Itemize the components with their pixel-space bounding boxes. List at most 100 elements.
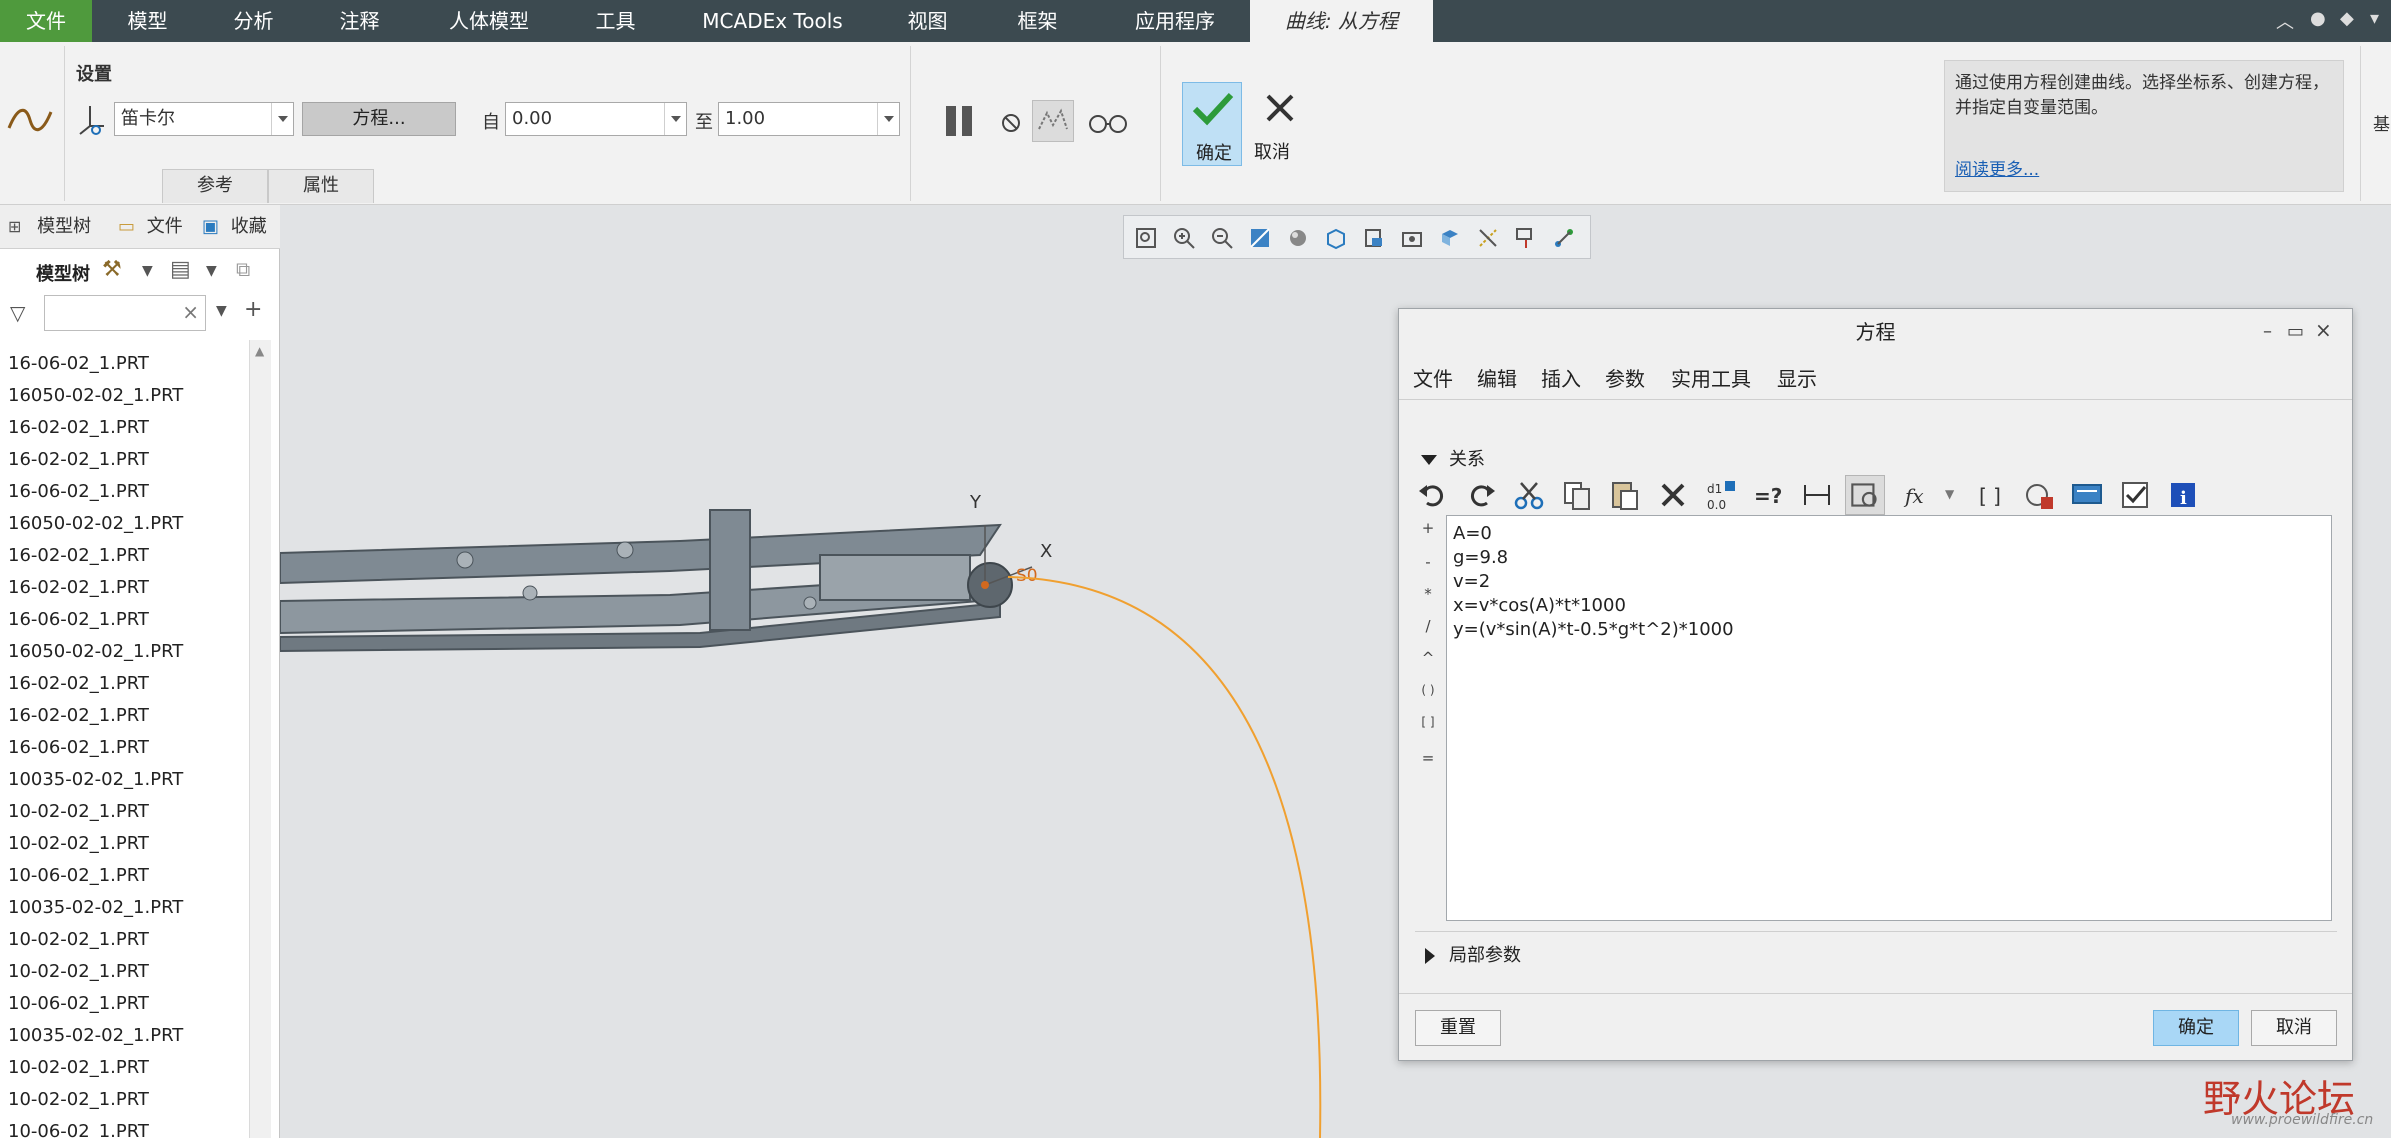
- operator-minus[interactable]: -: [1419, 553, 1437, 571]
- settings-list-icon[interactable]: ▤: [170, 257, 191, 282]
- relations-editor[interactable]: A=0 g=9.8 v=2 x=v*cos(A)*t*1000 y=(v*sin…: [1446, 515, 2332, 921]
- local-params-section-header[interactable]: 局部参数: [1425, 941, 1521, 967]
- check-relations-icon[interactable]: [2117, 477, 2153, 513]
- tree-item[interactable]: 16-06-02_1.PRT: [8, 481, 149, 502]
- tab-apps[interactable]: 应用程序: [1110, 0, 1240, 42]
- graduation-cap-icon[interactable]: ◆: [2340, 8, 2354, 29]
- ribbon-cancel-button[interactable]: 取消: [1250, 82, 1310, 166]
- to-value-field[interactable]: 1.00: [718, 102, 900, 136]
- read-more-link[interactable]: 阅读更多...: [1955, 155, 2039, 180]
- tree-item[interactable]: 16-02-02_1.PRT: [8, 705, 149, 726]
- tree-item[interactable]: 16050-02-02_1.PRT: [8, 641, 183, 662]
- tree-item[interactable]: 16050-02-02_1.PRT: [8, 385, 183, 406]
- scroll-up-icon[interactable]: ▲: [255, 344, 264, 358]
- dialog-ok-button[interactable]: 确定: [2153, 1010, 2239, 1046]
- tree-item[interactable]: 10-06-02_1.PRT: [8, 1121, 149, 1138]
- show-dimension-button[interactable]: [1845, 475, 1885, 515]
- paste-icon[interactable]: [1607, 477, 1643, 513]
- operator-equals[interactable]: =: [1419, 749, 1437, 767]
- tools-icon[interactable]: ⚒: [102, 257, 122, 282]
- tree-item[interactable]: 16-02-02_1.PRT: [8, 449, 149, 470]
- chevron-down-icon[interactable]: ▼: [1945, 487, 1954, 501]
- tab-model-tree[interactable]: ⊞ 模型树: [8, 205, 91, 249]
- tree-item[interactable]: 16-02-02_1.PRT: [8, 673, 149, 694]
- tree-item[interactable]: 10-02-02_1.PRT: [8, 833, 149, 854]
- add-icon[interactable]: +: [244, 297, 262, 322]
- delete-icon[interactable]: [1655, 477, 1691, 513]
- minimize-icon[interactable]: –: [2263, 321, 2272, 342]
- pause-icon[interactable]: [942, 104, 978, 138]
- ribbon-ok-button[interactable]: 确定: [1182, 82, 1242, 166]
- tree-item[interactable]: 10-02-02_1.PRT: [8, 961, 149, 982]
- chevron-down-icon[interactable]: ▼: [206, 263, 217, 279]
- function-icon[interactable]: fx: [1903, 477, 1939, 513]
- tree-item[interactable]: 10-02-02_1.PRT: [8, 1089, 149, 1110]
- tab-properties[interactable]: 属性: [268, 169, 374, 203]
- menu-utilities[interactable]: 实用工具: [1671, 363, 1751, 392]
- chevron-down-icon[interactable]: ▾: [2370, 8, 2379, 29]
- tree-item[interactable]: 10035-02-02_1.PRT: [8, 897, 183, 918]
- display-relations-icon[interactable]: [2069, 477, 2105, 513]
- close-icon[interactable]: ×: [2315, 318, 2332, 342]
- coordinate-type-dropdown[interactable]: 笛卡尔: [114, 102, 294, 136]
- filter-icon[interactable]: ▽: [10, 301, 25, 325]
- glasses-icon[interactable]: [1086, 108, 1130, 136]
- tab-annotate[interactable]: 注释: [322, 0, 397, 42]
- tree-item[interactable]: 10-02-02_1.PRT: [8, 929, 149, 950]
- menu-insert[interactable]: 插入: [1541, 363, 1581, 392]
- operator-plus[interactable]: +: [1419, 519, 1437, 537]
- verify-relations-icon[interactable]: [2021, 477, 2057, 513]
- tab-tools[interactable]: 工具: [578, 0, 653, 42]
- collapse-ribbon-icon[interactable]: ︿: [2276, 8, 2294, 34]
- info-icon[interactable]: i: [2165, 477, 2201, 513]
- tab-curve-from-equation[interactable]: 曲线: 从方程: [1250, 0, 1433, 42]
- chevron-down-icon[interactable]: ▼: [142, 263, 153, 279]
- tab-model[interactable]: 模型: [110, 0, 185, 42]
- menu-file[interactable]: 文件: [1413, 363, 1453, 392]
- menu-edit[interactable]: 编辑: [1477, 363, 1517, 392]
- tree-item[interactable]: 16-06-02_1.PRT: [8, 609, 149, 630]
- tree-item[interactable]: 10-02-02_1.PRT: [8, 1057, 149, 1078]
- clear-icon[interactable]: ×: [182, 300, 199, 324]
- from-value-field[interactable]: 0.00: [505, 102, 687, 136]
- tree-item[interactable]: 16-06-02_1.PRT: [8, 737, 149, 758]
- tree-item[interactable]: 16-02-02_1.PRT: [8, 577, 149, 598]
- user-icon[interactable]: ●: [2310, 8, 2326, 29]
- dialog-cancel-button[interactable]: 取消: [2251, 1010, 2337, 1046]
- show-hide-icon[interactable]: ⧉: [236, 257, 250, 281]
- tab-files[interactable]: ▭ 文件: [118, 205, 194, 249]
- menu-show[interactable]: 显示: [1777, 363, 1817, 392]
- menu-parameters[interactable]: 参数: [1605, 363, 1645, 392]
- tab-favorites[interactable]: ▣ 收藏: [202, 205, 268, 249]
- brackets-icon[interactable]: [ ]: [1973, 477, 2009, 513]
- tab-references[interactable]: 参考: [162, 169, 268, 203]
- coordinate-system-icon[interactable]: [76, 102, 106, 136]
- tab-human-model[interactable]: 人体模型: [434, 0, 544, 42]
- tree-item[interactable]: 16050-02-02_1.PRT: [8, 513, 183, 534]
- tree-item[interactable]: 16-02-02_1.PRT: [8, 417, 149, 438]
- operator-parentheses[interactable]: ( ): [1419, 683, 1437, 697]
- operator-divide[interactable]: /: [1419, 617, 1437, 635]
- tree-item[interactable]: 10-06-02_1.PRT: [8, 865, 149, 886]
- tab-view[interactable]: 视图: [890, 0, 965, 42]
- tree-item[interactable]: 10035-02-02_1.PRT: [8, 769, 183, 790]
- tree-item[interactable]: 10035-02-02_1.PRT: [8, 1025, 183, 1046]
- relations-section-header[interactable]: 关系: [1421, 445, 1485, 471]
- tab-analysis[interactable]: 分析: [216, 0, 291, 42]
- tree-item[interactable]: 16-06-02_1.PRT: [8, 353, 149, 374]
- tree-item[interactable]: 16-02-02_1.PRT: [8, 545, 149, 566]
- cut-icon[interactable]: [1511, 477, 1547, 513]
- reset-button[interactable]: 重置: [1415, 1010, 1501, 1046]
- preview-toggle-button[interactable]: [1032, 100, 1074, 142]
- operator-power[interactable]: ^: [1419, 649, 1437, 667]
- dimension-icon[interactable]: [1799, 477, 1835, 513]
- maximize-icon[interactable]: ▭: [2287, 321, 2304, 342]
- tab-frame[interactable]: 框架: [1000, 0, 1075, 42]
- operator-multiply[interactable]: *: [1419, 585, 1437, 603]
- equation-button[interactable]: 方程...: [302, 102, 456, 136]
- tab-mcadex-tools[interactable]: MCADEx Tools: [690, 0, 855, 42]
- copy-icon[interactable]: [1559, 477, 1595, 513]
- operator-brackets[interactable]: [ ]: [1419, 715, 1437, 729]
- stop-icon[interactable]: [1000, 112, 1022, 134]
- evaluate-icon[interactable]: =?: [1751, 477, 1787, 513]
